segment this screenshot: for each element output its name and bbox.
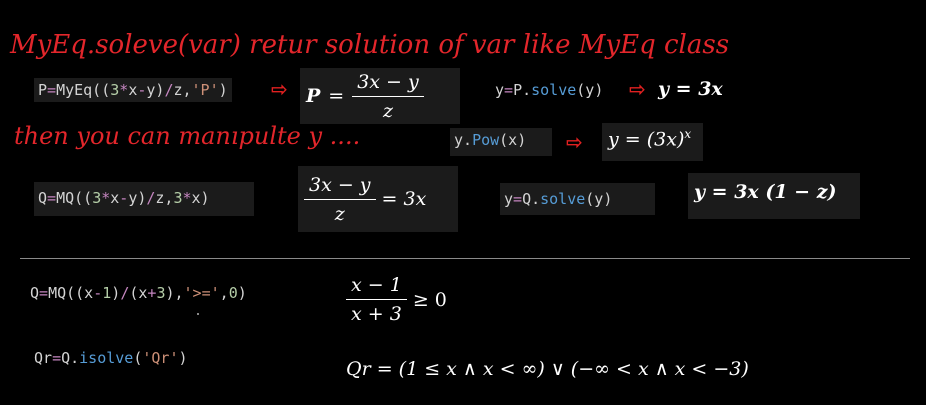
arrow-right-icon: ⇨ — [629, 77, 646, 101]
code-op: = — [504, 81, 514, 99]
code-arg: (y) — [576, 81, 604, 99]
math-numerator: 3x − y — [304, 174, 376, 200]
math-fraction: 3x − y z — [304, 174, 376, 225]
math-lhs: P — [306, 85, 321, 107]
arrow-right-icon: ⇨ — [566, 130, 583, 154]
code-var: Qr — [34, 349, 53, 367]
code-obj: Q. — [522, 190, 541, 208]
code-num: 3 — [92, 189, 102, 207]
math-numerator: x − 1 — [346, 274, 407, 300]
code-var: (x — [129, 284, 148, 302]
math-fraction: 3x − y z — [352, 71, 424, 122]
code-string: 'Qr' — [142, 349, 179, 367]
code-punct: ) — [218, 81, 228, 99]
code-string: '>=' — [183, 284, 220, 302]
math-eq: = — [328, 85, 345, 107]
code-obj: P. — [513, 81, 532, 99]
code-var: y. — [454, 131, 473, 149]
code-op: - — [119, 189, 129, 207]
code-line-q-solve: y=Q.solve(y) — [500, 183, 655, 215]
section-divider — [20, 258, 910, 259]
math-p-fraction: P = 3x − y z — [300, 68, 460, 124]
code-call: MQ((x — [48, 284, 94, 302]
code-obj: Q. — [61, 349, 80, 367]
code-var: P — [38, 81, 48, 99]
math-numerator: 3x − y — [352, 71, 424, 97]
code-var: z, — [173, 81, 192, 99]
math-inequality: x − 1 x + 3 ≥ 0 — [346, 274, 447, 325]
math-pow-exp: x — [684, 127, 692, 141]
code-line-q-mq: Q=MQ((3*x-y)/z,3*x) — [34, 182, 254, 216]
code-var: Q — [38, 189, 48, 207]
math-result-isolve: Qr = (1 ≤ x ∧ x < ∞) ∨ (−∞ < x ∧ x < −3) — [346, 358, 749, 380]
math-q-fraction: 3x − y z = 3x — [298, 166, 458, 232]
code-arg: (x) — [499, 131, 527, 149]
code-var: x — [110, 189, 120, 207]
arrow-right-icon: ⇨ — [271, 77, 288, 101]
code-var: Q — [30, 284, 40, 302]
math-fraction: x − 1 x + 3 — [346, 274, 407, 325]
code-punct: , — [219, 284, 229, 302]
code-op: = — [513, 190, 523, 208]
code-op: = — [52, 349, 62, 367]
math-pow-base: y = (3x) — [608, 128, 685, 151]
code-op: = — [39, 284, 49, 302]
code-var: y) — [146, 81, 165, 99]
note-text: then you can manıpulte y .... — [14, 122, 361, 150]
math-denominator: z — [382, 99, 393, 122]
code-op: = — [47, 81, 57, 99]
code-method: solve — [531, 81, 577, 99]
code-num: 3 — [110, 81, 120, 99]
math-rhs: = 3x — [381, 188, 427, 210]
page-title: MyEq.soleve(var) retur solution of var l… — [10, 30, 730, 60]
code-var: y — [504, 190, 514, 208]
code-method: isolve — [79, 349, 134, 367]
math-result-pow: y = (3x)x — [602, 123, 704, 161]
math-denominator: z — [334, 202, 345, 225]
code-var: z, — [155, 189, 174, 207]
math-denominator: x + 3 — [351, 303, 402, 325]
math-result-q: y = 3x (1 − z) — [688, 173, 860, 219]
code-op: - — [93, 284, 103, 302]
code-string: 'P' — [191, 81, 219, 99]
code-op: * — [119, 81, 129, 99]
code-method: solve — [540, 190, 586, 208]
code-var: y — [495, 81, 505, 99]
code-line-pow: y.Pow(x) — [450, 128, 552, 156]
stray-dot — [197, 313, 199, 315]
code-line-p-solve: y=P.solve(y) — [495, 80, 603, 100]
code-arg: (y) — [585, 190, 613, 208]
code-num: 1 — [102, 284, 112, 302]
code-line-q-inequality: Q=MQ((x-1)/(x+3),'>=',0) — [30, 283, 247, 303]
code-line-isolve: Qr=Q.isolve('Qr') — [34, 348, 188, 368]
code-method: Pow — [472, 131, 500, 149]
code-num: 3 — [173, 189, 183, 207]
math-rhs: ≥ 0 — [412, 288, 447, 311]
code-call: MyEq(( — [56, 81, 111, 99]
math-result-y: y = 3x — [658, 78, 723, 100]
code-num: 0 — [228, 284, 238, 302]
code-punct: ) — [237, 284, 247, 302]
code-call: MQ(( — [56, 189, 93, 207]
code-op: * — [101, 189, 111, 207]
code-punct: ) — [111, 284, 121, 302]
code-punct: ) — [178, 349, 188, 367]
code-op: * — [182, 189, 192, 207]
code-punct: ), — [165, 284, 184, 302]
code-var: y) — [128, 189, 147, 207]
code-op: = — [47, 189, 57, 207]
code-var: x) — [191, 189, 210, 207]
code-op: / — [120, 284, 130, 302]
code-var: x — [128, 81, 138, 99]
code-line-p-myeq: P=MyEq((3*x-y)/z,'P') — [34, 78, 232, 102]
